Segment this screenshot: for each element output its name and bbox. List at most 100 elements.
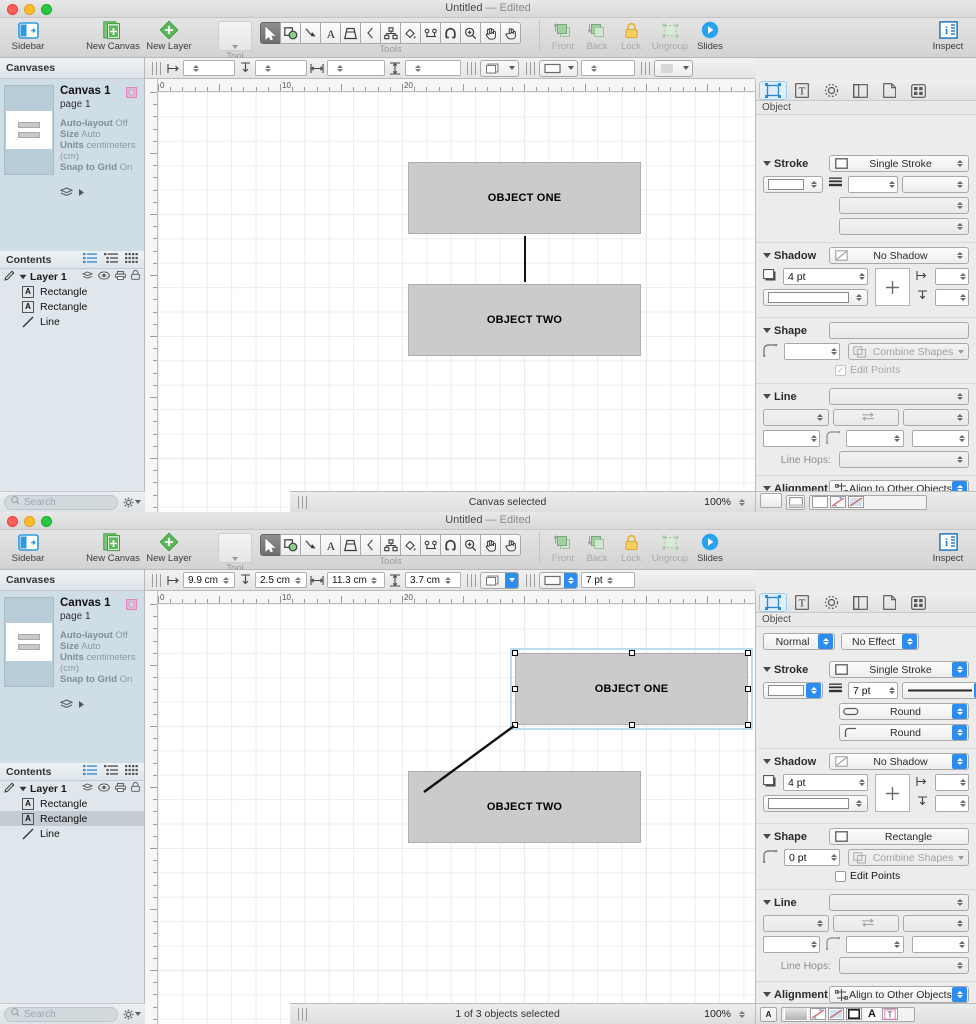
line-end-size-field[interactable] [911,430,969,447]
line-end-arrow-stepper[interactable] [952,916,967,931]
line-type-popup[interactable] [829,894,969,911]
layer-print-icon[interactable] [115,782,126,795]
tool-shape-library[interactable] [340,534,361,556]
toolbar-back-button[interactable]: Back [580,18,614,52]
toolbar-new-layer-button[interactable]: New Layer [142,530,196,564]
combine-shapes-popup[interactable]: Combine Shapes [848,343,969,360]
line-end-size-stepper[interactable] [957,431,968,446]
tool-previous[interactable] [360,534,381,556]
contents-object-row[interactable]: A Rectangle [0,796,144,811]
line-end-arrow-popup[interactable] [903,915,969,932]
vertical-ruler[interactable] [145,79,158,512]
tool-zoom[interactable] [460,22,481,44]
layers-disclosure-icon[interactable] [78,700,85,712]
stroke-style-popup[interactable] [539,59,578,77]
texture-popup[interactable] [654,59,693,77]
toolbar-sidebar-button[interactable]: Sidebar [4,18,52,52]
height-stepper[interactable] [443,573,452,588]
toolbar-lock-button[interactable]: Lock [614,530,648,564]
stroke-grip[interactable] [526,61,535,75]
canvas-thumbnail[interactable] [4,85,54,175]
layer-row[interactable]: Layer 1 [0,781,144,796]
stroke-cap-popup[interactable] [839,197,969,214]
geometry-grip[interactable] [152,573,161,587]
alignment-disclosure-icon[interactable] [763,992,771,997]
footer-style-text-position[interactable]: T [882,1008,898,1020]
line-section-title[interactable]: Line [763,391,825,403]
line-section-title[interactable]: Line [763,897,825,909]
shadow-offset-pad[interactable] [874,774,910,812]
footer-style-stroke[interactable] [810,1008,826,1020]
tool-outline[interactable] [380,534,401,556]
layer-lock-icon[interactable] [131,782,140,795]
selection-handle[interactable] [745,650,751,656]
shadow-offset-x-stepper[interactable] [957,775,968,790]
position-x-field[interactable] [183,60,235,76]
stroke-type-stepper[interactable] [952,156,967,171]
height-field[interactable]: 3.7 cm [405,572,461,588]
line-reverse-button[interactable] [833,915,899,932]
outline-view-icon[interactable] [104,253,118,266]
status-grip[interactable] [298,1007,307,1021]
stroke-color-popup[interactable] [763,682,823,699]
line-end-size-field[interactable] [911,936,969,953]
toolbar-new-canvas-button[interactable]: New Canvas [84,530,142,564]
line-hops-stepper[interactable] [952,452,967,467]
toolbar-inspect-button[interactable]: i Inspect [926,530,970,564]
status-grip[interactable] [298,495,307,509]
footer-style-strip[interactable] [809,494,927,510]
tool-slot[interactable] [218,21,252,51]
shadow-type-stepper[interactable] [952,248,967,263]
contents-object-row[interactable]: A Rectangle [0,811,144,826]
search-input[interactable]: Search [4,1006,118,1022]
selection-handle[interactable] [745,686,751,692]
tab-properties[interactable] [817,593,845,612]
tool-hand[interactable] [480,22,501,44]
fill-color-chevron[interactable] [505,61,518,76]
tool-previous[interactable] [360,22,381,44]
toolbar-slides-button[interactable]: Slides [692,18,728,52]
width-stepper[interactable] [370,573,379,588]
shape-disclosure-icon[interactable] [763,834,771,839]
shadow-section-title[interactable]: Shadow [763,250,825,262]
shadow-offset-x-stepper[interactable] [957,269,968,284]
line-hops-stepper[interactable] [952,958,967,973]
shadow-color-popup[interactable] [763,795,868,812]
canvas-thumbnail[interactable] [4,597,54,687]
layer-stack-icon[interactable] [81,783,94,795]
toolbar-ungroup-button[interactable]: Ungroup [648,18,692,52]
canvas-area[interactable]: 0 10 20 OBJECT ONE OBJECT TWO Canvas select… [145,79,755,512]
shadow-blur-field[interactable]: 4 pt [783,774,868,791]
shape-section-title[interactable]: Shape [763,325,825,337]
canvas-layers-toggle[interactable] [59,699,140,713]
edit-points-checkbox-row[interactable]: Edit Points [835,870,900,882]
layer-lock-icon[interactable] [131,270,140,283]
fill-color-popup[interactable] [480,59,519,77]
contents-object-row[interactable]: A Rectangle [0,284,144,299]
tool-diagram[interactable] [420,534,441,556]
stroke-dash-popup[interactable] [902,682,976,699]
layers-disclosure-icon[interactable] [78,188,85,200]
fill-grip[interactable] [467,61,476,75]
canvas-card[interactable]: Canvas 1 page 1 Auto-layout Off Size Aut… [0,79,144,207]
selection-handle[interactable] [512,686,518,692]
stroke-width-inspector-field[interactable] [848,176,898,193]
stroke-cap-stepper[interactable] [952,704,967,719]
layer-visibility-icon[interactable] [98,782,110,795]
canvas-card[interactable]: Canvas 1 page 1 Auto-layout Off Size Aut… [0,591,144,719]
shadow-offset-y-field[interactable] [935,289,969,306]
search-input[interactable]: Search [4,494,118,510]
footer-style-fill[interactable] [784,1008,808,1020]
toolbar-back-button[interactable]: Back [580,530,614,564]
line-hops-popup[interactable] [839,957,969,974]
footer-style-shadow[interactable] [848,496,864,508]
canvas-connector-line[interactable] [420,724,540,796]
line-corner-field[interactable] [846,936,904,953]
stroke-width-inspector-stepper[interactable] [886,683,897,698]
shadow-blur-field[interactable]: 4 pt [783,268,868,285]
stroke-section-title[interactable]: Stroke [763,158,825,170]
stroke-color-stepper[interactable] [806,177,821,192]
tool-diagram[interactable] [420,22,441,44]
canvas-connector-line[interactable] [524,236,526,282]
edit-points-checkbox[interactable]: ✓ [835,364,846,376]
